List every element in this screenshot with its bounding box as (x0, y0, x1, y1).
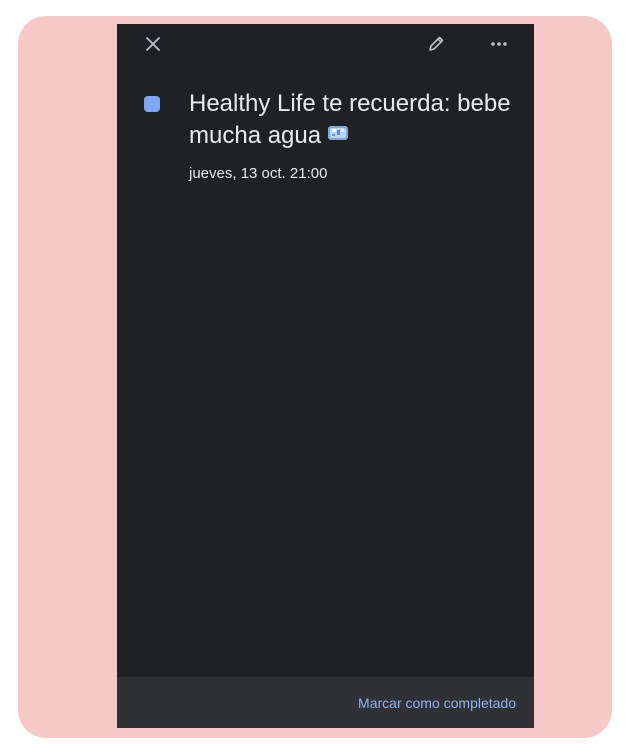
edit-button[interactable] (422, 30, 450, 58)
bottom-action-bar: Marcar como completado (117, 677, 534, 728)
task-color-square (144, 96, 160, 112)
event-detail-panel: Healthy Life te recuerda: bebe mucha agu… (117, 24, 534, 728)
event-title-text: Healthy Life te recuerda: bebe mucha agu… (189, 90, 511, 149)
event-title: Healthy Life te recuerda: bebe mucha agu… (189, 88, 519, 152)
page: Healthy Life te recuerda: bebe mucha agu… (0, 0, 625, 748)
more-horizontal-icon (491, 42, 507, 46)
event-datetime: jueves, 13 oct. 21:00 (189, 165, 328, 182)
pencil-icon (429, 36, 444, 51)
close-icon (146, 37, 160, 51)
close-button[interactable] (139, 30, 167, 58)
more-options-button[interactable] (485, 30, 513, 58)
top-toolbar (117, 24, 534, 64)
ice-cube-icon (327, 119, 349, 151)
mark-complete-button[interactable]: Marcar como completado (358, 693, 516, 713)
